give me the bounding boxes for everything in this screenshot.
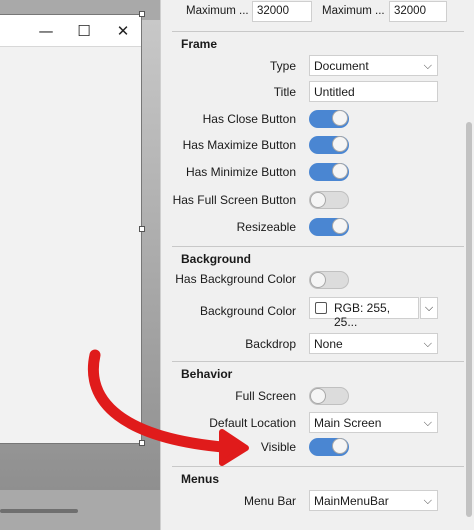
has-bg-color-label: Has Background Color — [175, 272, 296, 286]
toggle-knob — [332, 163, 348, 179]
title-label: Title — [273, 85, 296, 99]
backdrop-label: Backdrop — [245, 337, 296, 351]
resize-handle-right[interactable] — [139, 226, 145, 232]
canvas-horizontal-scrollbar[interactable] — [0, 509, 78, 513]
menu-bar-value: MainMenuBar — [314, 494, 389, 508]
type-dropdown[interactable]: Document ⌵ — [309, 55, 438, 76]
has-fullscreen-toggle[interactable] — [309, 191, 349, 209]
has-maximize-label: Has Maximize Button — [182, 138, 296, 152]
section-background-header: Background — [172, 246, 464, 268]
inspector-panel: Maximum ... 32000 Maximum ... 32000 Fram… — [172, 0, 474, 530]
has-maximize-toggle[interactable] — [309, 136, 349, 154]
menu-bar-dropdown[interactable]: MainMenuBar ⌵ — [309, 490, 438, 511]
window-titlebar: — ☐ ✕ — [0, 15, 141, 47]
resize-handle-bottom-right[interactable] — [139, 440, 145, 446]
full-screen-toggle[interactable] — [309, 387, 349, 405]
max-height-label: Maximum ... — [322, 5, 385, 17]
chevron-down-icon: ⌵ — [424, 301, 434, 314]
panel-divider[interactable] — [160, 0, 172, 530]
full-screen-label: Full Screen — [235, 389, 296, 403]
minimize-icon: — — [38, 22, 54, 40]
toggle-knob — [332, 110, 348, 126]
color-picker-button[interactable]: ⌵ — [420, 297, 438, 319]
color-swatch[interactable] — [315, 302, 327, 314]
section-menus-header: Menus — [172, 466, 464, 488]
default-location-value: Main Screen — [314, 416, 382, 430]
has-close-label: Has Close Button — [202, 112, 296, 126]
max-width-field[interactable]: 32000 — [252, 1, 312, 22]
toggle-knob — [332, 218, 348, 234]
bg-color-value: RGB: 255, 25... — [334, 301, 391, 329]
visible-label: Visible — [260, 440, 296, 454]
has-bg-color-toggle[interactable] — [309, 271, 349, 289]
section-behavior-header: Behavior — [172, 361, 464, 383]
resizeable-label: Resizeable — [236, 220, 296, 234]
has-fullscreen-label: Has Full Screen Button — [172, 193, 296, 207]
chevron-down-icon: ⌵ — [423, 494, 432, 507]
has-minimize-toggle[interactable] — [309, 163, 349, 181]
has-close-toggle[interactable] — [309, 110, 349, 128]
close-icon: ✕ — [116, 22, 130, 40]
default-location-dropdown[interactable]: Main Screen ⌵ — [309, 412, 438, 433]
type-value: Document — [314, 59, 369, 73]
backdrop-dropdown[interactable]: None ⌵ — [309, 333, 438, 354]
toggle-knob — [310, 272, 326, 288]
toggle-knob — [332, 136, 348, 152]
title-field[interactable]: Untitled — [309, 81, 438, 102]
window-preview[interactable]: — ☐ ✕ — [0, 14, 142, 444]
default-location-label: Default Location — [209, 416, 296, 430]
inspector-vertical-scrollbar[interactable] — [464, 0, 474, 530]
chevron-down-icon: ⌵ — [423, 416, 432, 429]
toggle-knob — [310, 388, 326, 404]
visible-toggle[interactable] — [309, 438, 349, 456]
bg-color-field[interactable]: RGB: 255, 25... — [309, 297, 419, 329]
scrollbar-thumb[interactable] — [466, 122, 472, 517]
type-label: Type — [269, 59, 296, 73]
resize-handle-top-right[interactable] — [139, 11, 145, 17]
menu-bar-label: Menu Bar — [243, 494, 296, 508]
chevron-down-icon: ⌵ — [423, 59, 432, 72]
toggle-knob — [332, 438, 348, 454]
max-width-label: Maximum ... — [186, 5, 249, 17]
maximize-icon: ☐ — [77, 22, 91, 40]
max-height-field[interactable]: 32000 — [389, 1, 447, 22]
resizeable-toggle[interactable] — [309, 218, 349, 236]
backdrop-value: None — [314, 337, 343, 351]
chevron-down-icon: ⌵ — [423, 337, 432, 350]
section-frame-header: Frame — [172, 31, 464, 53]
bg-color-label: Background Color — [199, 304, 296, 318]
has-minimize-label: Has Minimize Button — [185, 165, 296, 179]
layout-canvas: — ☐ ✕ — [0, 0, 160, 530]
toggle-knob — [310, 192, 326, 208]
